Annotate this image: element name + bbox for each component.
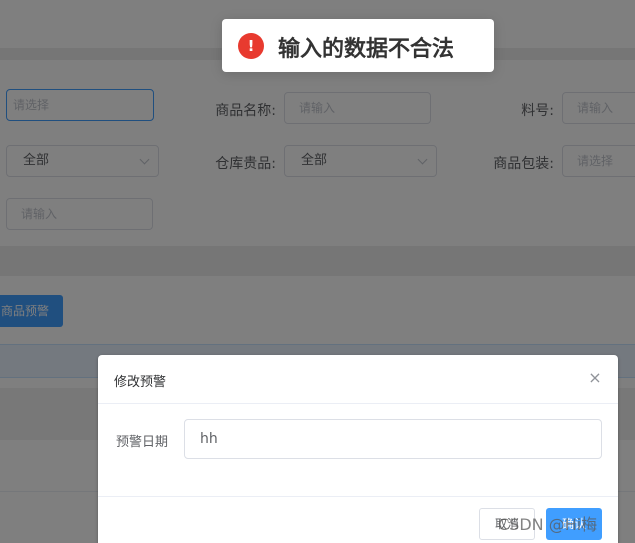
dialog-footer-divider (98, 496, 618, 497)
dialog-header-divider (98, 403, 618, 404)
error-icon: ! (238, 33, 264, 59)
error-toast: ! 输入的数据不合法 (222, 19, 494, 72)
warning-date-input[interactable]: hh (184, 419, 602, 459)
watermark: CSDN @Hi梅 (498, 515, 598, 534)
close-icon[interactable]: × (586, 369, 604, 387)
toast-message: 输入的数据不合法 (278, 37, 455, 62)
warning-date-label: 预警日期 (116, 435, 169, 450)
dialog-title: 修改预警 (114, 375, 167, 390)
